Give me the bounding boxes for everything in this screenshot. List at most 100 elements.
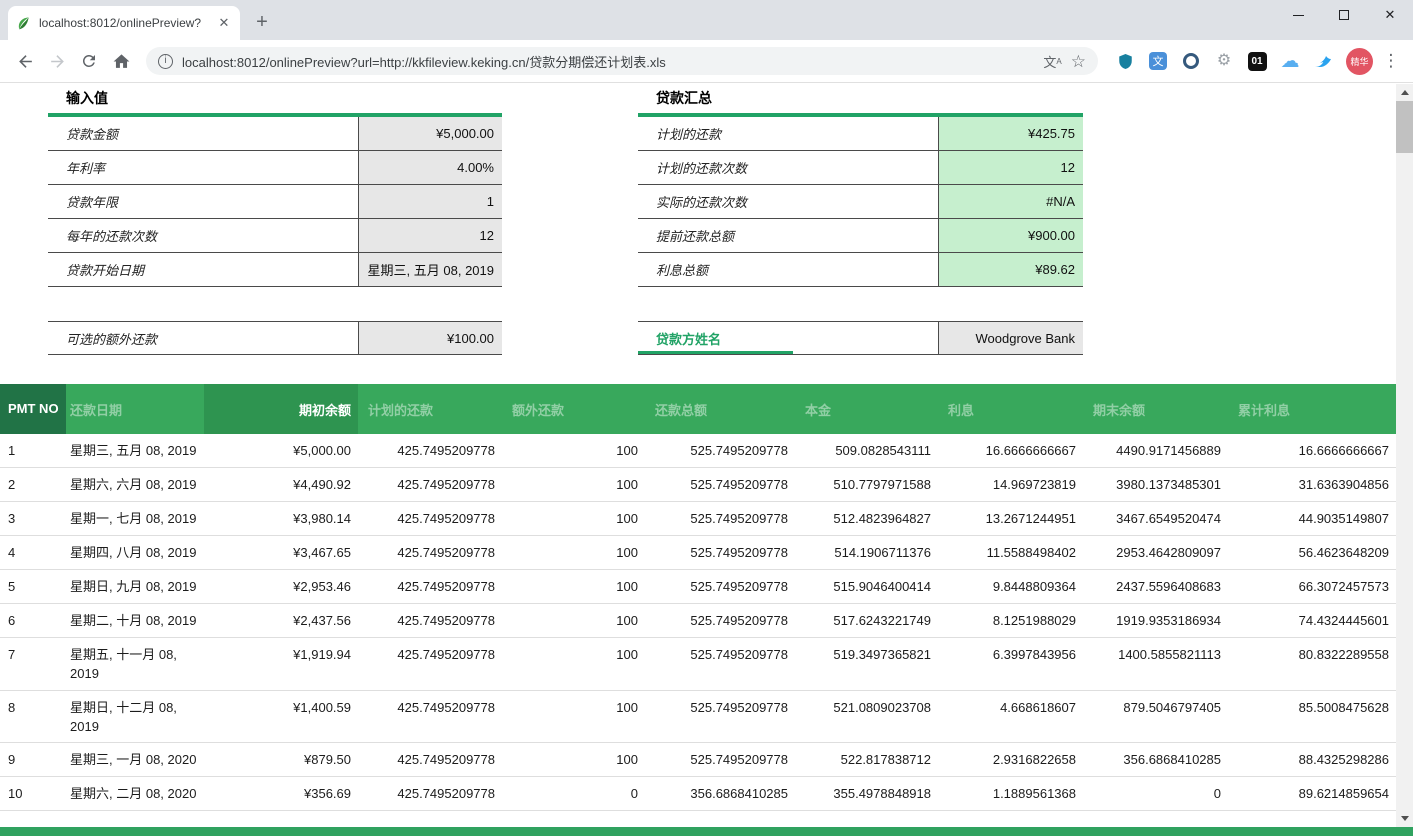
vertical-scrollbar[interactable] [1396,84,1413,827]
bird-extension-icon[interactable] [1312,50,1334,72]
table-row: 4星期四, 八月 08, 2019¥3,467.65425.7495209778… [0,536,1396,570]
cloud-extension-icon[interactable]: ☁ [1279,50,1301,72]
table-cell: 525.7495209778 [645,743,795,776]
field-row: 利息总额¥89.62 [638,253,1083,287]
table-cell: 星期三, 五月 08, 2019 [66,434,204,467]
table-row: 2星期六, 六月 08, 2019¥4,490.92425.7495209778… [0,468,1396,502]
field-row: 计划的还款¥425.75 [638,117,1083,151]
maximize-button[interactable] [1321,0,1367,30]
new-tab-button[interactable]: + [248,8,276,36]
field-label: 贷款开始日期 [48,253,358,286]
table-cell: 425.7495209778 [358,638,502,690]
close-button[interactable]: ✕ [1367,0,1413,30]
field-value: ¥89.62 [938,253,1083,286]
column-header: 计划的还款 [358,384,502,434]
table-cell: 525.7495209778 [645,434,795,467]
table-cell: ¥1,919.94 [204,638,358,690]
back-button[interactable] [10,46,40,76]
table-cell: 星期日, 九月 08, 2019 [66,570,204,603]
url-text[interactable]: localhost:8012/onlinePreview?url=http://… [182,52,1034,71]
forward-button[interactable] [42,46,72,76]
table-cell: ¥2,953.46 [204,570,358,603]
summary-section-title: 贷款汇总 [638,86,1083,117]
bookmark-star-icon[interactable]: ☆ [1071,53,1086,70]
table-cell: 100 [502,638,645,690]
column-header: 期初余额 [204,384,358,434]
table-cell: 0 [502,777,645,810]
field-value: 4.00% [358,151,502,184]
amortization-table: PMT NO还款日期期初余额计划的还款额外还款还款总额本金利息期末余额累计利息 … [0,384,1396,811]
minimize-button[interactable] [1275,0,1321,30]
browser-toolbar: i localhost:8012/onlinePreview?url=http:… [0,40,1413,83]
table-cell: 4.668618607 [938,691,1083,743]
table-cell: 4490.9171456889 [1083,434,1228,467]
table-cell: 517.6243221749 [795,604,938,637]
table-cell: 7 [0,638,66,690]
browser-tab[interactable]: localhost:8012/onlinePreview? ✕ [8,6,240,40]
table-cell: 89.6214859654 [1228,777,1396,810]
field-row: 年利率4.00% [48,151,502,185]
home-icon [112,52,131,71]
table-cell: 100 [502,743,645,776]
table-cell: 1.1889561368 [938,777,1083,810]
field-label: 利息总额 [638,253,938,286]
field-row: 计划的还款次数12 [638,151,1083,185]
table-cell: 425.7495209778 [358,691,502,743]
table-cell: 16.6666666667 [938,434,1083,467]
table-row: 1星期三, 五月 08, 2019¥5,000.00425.7495209778… [0,434,1396,468]
address-bar[interactable]: i localhost:8012/onlinePreview?url=http:… [146,47,1098,75]
field-row: 贷款年限1 [48,185,502,219]
column-header: 利息 [938,384,1083,434]
field-value: 1 [358,185,502,218]
table-cell: 525.7495209778 [645,502,795,535]
badge-01-extension-icon[interactable]: 01 [1246,50,1268,72]
table-row: 5星期日, 九月 08, 2019¥2,953.46425.7495209778… [0,570,1396,604]
shield-extension-icon[interactable] [1114,50,1136,72]
table-cell: 10 [0,777,66,810]
table-cell: ¥3,467.65 [204,536,358,569]
scroll-up-arrow-icon[interactable] [1396,84,1413,101]
field-value: ¥425.75 [938,117,1083,150]
field-label: 计划的还款 [638,117,938,150]
table-cell: 星期二, 十月 08, 2019 [66,604,204,637]
column-header: 累计利息 [1228,384,1396,434]
table-cell: 525.7495209778 [645,468,795,501]
field-label: 可选的额外还款 [48,322,358,354]
table-cell: 425.7495209778 [358,604,502,637]
translate-icon[interactable]: 文A [1043,52,1061,71]
gray-extension-icon[interactable]: ⚙ [1213,50,1235,72]
table-cell: 3 [0,502,66,535]
table-row: 10星期六, 二月 08, 2020¥356.69425.74952097780… [0,777,1396,811]
field-value: 12 [358,219,502,252]
table-cell: 星期六, 六月 08, 2019 [66,468,204,501]
tab-strip: localhost:8012/onlinePreview? ✕ + ✕ [0,0,1413,40]
browser-menu-button[interactable]: ⋮ [1379,51,1403,71]
home-button[interactable] [106,46,136,76]
field-row: 实际的还款次数#N/A [638,185,1083,219]
reload-button[interactable] [74,46,104,76]
column-header: 本金 [795,384,938,434]
circle-extension-icon[interactable] [1180,50,1202,72]
tab-close-icon[interactable]: ✕ [216,15,232,31]
table-cell: 512.4823964827 [795,502,938,535]
table-cell: 星期四, 八月 08, 2019 [66,536,204,569]
field-label: 计划的还款次数 [638,151,938,184]
field-value: 星期三, 五月 08, 2019 [358,253,502,286]
table-cell: ¥1,400.59 [204,691,358,743]
profile-avatar[interactable]: 精华 [1346,48,1373,75]
table-cell: 9.8448809364 [938,570,1083,603]
scrollbar-thumb[interactable] [1396,101,1413,153]
table-cell: 509.0828543111 [795,434,938,467]
column-header: PMT NO [0,384,66,434]
table-cell: 1 [0,434,66,467]
scroll-down-arrow-icon[interactable] [1396,810,1413,827]
table-cell: 3467.6549520474 [1083,502,1228,535]
table-cell: 525.7495209778 [645,570,795,603]
column-header: 额外还款 [502,384,645,434]
page-info-icon[interactable]: i [158,54,173,69]
table-cell: 514.1906711376 [795,536,938,569]
translate-extension-icon[interactable]: 文 [1147,50,1169,72]
table-cell: 2953.4642809097 [1083,536,1228,569]
table-cell: 425.7495209778 [358,743,502,776]
table-cell: 6.3997843956 [938,638,1083,690]
